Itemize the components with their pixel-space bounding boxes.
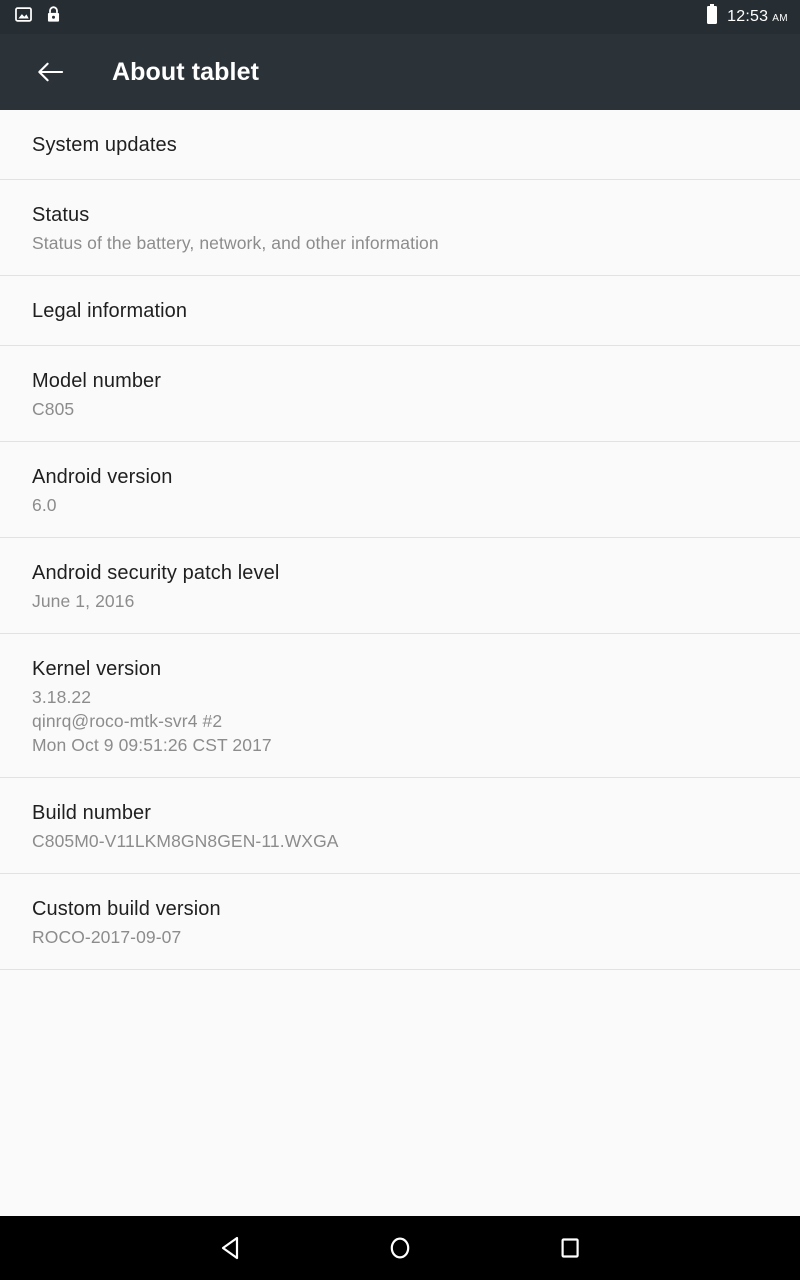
- list-item-subtitle: qinrq@roco-mtk-svr4 #2: [32, 711, 223, 731]
- list-item-subtitle: Status of the battery, network, and othe…: [32, 233, 439, 253]
- list-item-android-security-patch-level[interactable]: Android security patch level June 1, 201…: [0, 538, 800, 634]
- list-item-legal-information[interactable]: Legal information: [0, 276, 800, 346]
- list-item-subtitle: 3.18.22: [32, 687, 92, 707]
- back-nav-button[interactable]: [183, 1216, 279, 1280]
- list-item-title: Android security patch level: [32, 562, 280, 584]
- list-item-system-updates[interactable]: System updates: [0, 110, 800, 180]
- app-bar: About tablet: [0, 34, 800, 110]
- image-icon: [14, 5, 33, 29]
- list-item-title: System updates: [32, 134, 177, 156]
- battery-icon: [706, 4, 718, 30]
- android-about-tablet-screen: 12:53 AM About tablet System updates Sta…: [0, 0, 800, 1280]
- status-bar: 12:53 AM: [0, 0, 800, 34]
- back-triangle-icon: [221, 1236, 239, 1260]
- list-item-title: Kernel version: [32, 658, 162, 680]
- list-item-subtitle: 6.0: [32, 495, 57, 515]
- list-item-status[interactable]: Status Status of the battery, network, a…: [0, 180, 800, 276]
- list-item-title: Legal information: [32, 300, 188, 322]
- clock-time: 12:53: [727, 8, 769, 25]
- back-button[interactable]: [30, 52, 70, 92]
- list-item-subtitle: June 1, 2016: [32, 591, 135, 611]
- navigation-bar: [0, 1216, 800, 1280]
- list-item-title: Status: [32, 204, 90, 226]
- list-item-model-number[interactable]: Model number C805: [0, 346, 800, 442]
- list-item-title: Model number: [32, 370, 162, 392]
- clock-ampm: AM: [772, 13, 788, 24]
- home-nav-button[interactable]: [352, 1216, 448, 1280]
- recents-nav-button[interactable]: [522, 1216, 618, 1280]
- status-bar-clock: 12:53 AM: [727, 8, 788, 26]
- page-title: About tablet: [112, 57, 260, 86]
- status-bar-right-icons: 12:53 AM: [706, 4, 788, 30]
- about-tablet-list: System updates Status Status of the batt…: [0, 110, 800, 1216]
- list-item-title: Custom build version: [32, 898, 221, 920]
- list-item-build-number[interactable]: Build number C805M0-V11LKM8GN8GEN-11.WXG…: [0, 778, 800, 874]
- recents-square-icon: [561, 1238, 579, 1258]
- status-bar-left-icons: [14, 5, 62, 29]
- list-item-kernel-version[interactable]: Kernel version 3.18.22 qinrq@roco-mtk-sv…: [0, 634, 800, 778]
- home-circle-icon: [390, 1237, 410, 1259]
- list-item-subtitle: Mon Oct 9 09:51:26 CST 2017: [32, 735, 272, 755]
- list-item-subtitle: C805M0-V11LKM8GN8GEN-11.WXGA: [32, 831, 339, 851]
- list-item-title: Build number: [32, 802, 152, 824]
- list-item-custom-build-version[interactable]: Custom build version ROCO-2017-09-07: [0, 874, 800, 970]
- list-item-subtitle: C805: [32, 399, 75, 419]
- list-item-subtitle: ROCO-2017-09-07: [32, 927, 182, 947]
- list-item-title: Android version: [32, 466, 173, 488]
- lock-icon: [45, 5, 62, 29]
- back-arrow-icon: [37, 62, 63, 82]
- list-item-android-version[interactable]: Android version 6.0: [0, 442, 800, 538]
